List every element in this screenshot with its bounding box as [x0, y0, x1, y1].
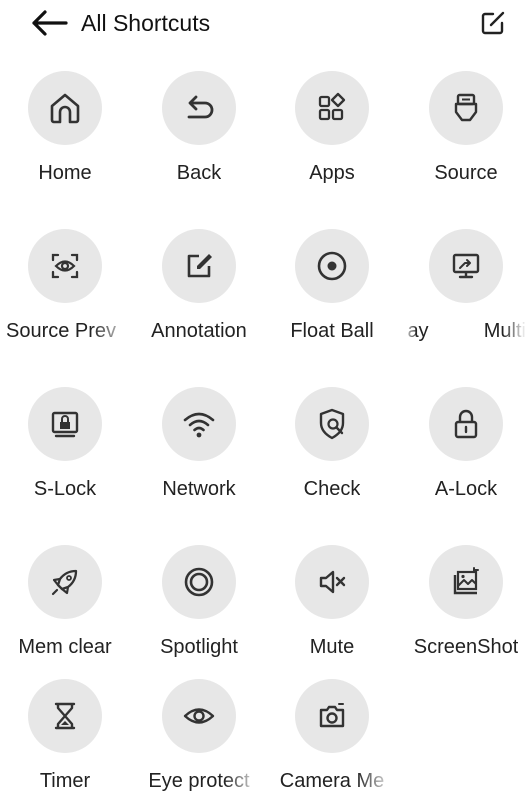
- shortcut-timer[interactable]: Timer: [0, 679, 132, 799]
- shortcut-label: Source: [434, 162, 498, 184]
- shortcut-label: Annotation: [151, 320, 247, 342]
- shortcut-grid: Home Back Apps Source Source Prev Annota…: [0, 0, 528, 806]
- hdmi-plug-icon: [429, 71, 503, 145]
- screen-lock-icon: [28, 387, 102, 461]
- shortcut-s-lock[interactable]: S-Lock: [0, 387, 132, 507]
- shortcut-mem-clear[interactable]: Mem clear: [0, 545, 132, 665]
- shortcut-label: Source Prev: [6, 320, 117, 342]
- shortcut-label: Mute: [309, 636, 355, 658]
- shortcut-label: Back: [176, 162, 222, 184]
- shortcut-spotlight[interactable]: Spotlight: [132, 545, 266, 665]
- return-icon: [162, 71, 236, 145]
- shortcut-a-lock[interactable]: A-Lock: [399, 387, 528, 507]
- shortcut-label: Apps: [309, 162, 355, 184]
- shortcut-source[interactable]: Source: [399, 71, 528, 191]
- lock-icon: [429, 387, 503, 461]
- shortcut-annotation[interactable]: Annotation: [132, 229, 266, 349]
- shortcut-label: Eye protect: [148, 770, 250, 792]
- apps-icon: [295, 71, 369, 145]
- wifi-icon: [162, 387, 236, 461]
- hourglass-icon: [28, 679, 102, 753]
- shortcut-label: Timer: [39, 770, 91, 792]
- shortcut-back[interactable]: Back: [132, 71, 266, 191]
- home-icon: [28, 71, 102, 145]
- shortcut-float-ball[interactable]: Float Ball: [265, 229, 399, 349]
- spotlight-icon: [162, 545, 236, 619]
- shortcut-mute[interactable]: Mute: [265, 545, 399, 665]
- shortcut-source-preview[interactable]: Source Prev: [0, 229, 132, 349]
- eye-icon: [162, 679, 236, 753]
- shortcut-multi[interactable]: Multi: [399, 229, 528, 349]
- shield-search-icon: [295, 387, 369, 461]
- shortcut-label: ScreenShot: [413, 636, 519, 658]
- annotation-pen-icon: [162, 229, 236, 303]
- rocket-icon: [28, 545, 102, 619]
- shortcut-screenshot[interactable]: ScreenShot: [399, 545, 528, 665]
- shortcut-label: Float Ball: [290, 320, 374, 342]
- shortcut-label: Check: [303, 478, 361, 500]
- mute-icon: [295, 545, 369, 619]
- float-ball-icon: [295, 229, 369, 303]
- preview-eye-frame-icon: [28, 229, 102, 303]
- shortcut-apps[interactable]: Apps: [265, 71, 399, 191]
- camera-icon: [295, 679, 369, 753]
- shortcut-label: Home: [38, 162, 92, 184]
- screenshot-icon: [429, 545, 503, 619]
- shortcut-home[interactable]: Home: [0, 71, 132, 191]
- screen-share-icon: [429, 229, 503, 303]
- shortcut-label: Multi: [483, 320, 526, 342]
- shortcut-camera[interactable]: Camera Me: [265, 679, 399, 799]
- shortcut-label: A-Lock: [434, 478, 498, 500]
- shortcut-label: Mem clear: [18, 636, 112, 658]
- shortcut-label: Camera Me: [279, 770, 385, 792]
- shortcut-label: Network: [162, 478, 236, 500]
- shortcut-label: Spotlight: [160, 636, 238, 658]
- shortcut-label: S-Lock: [33, 478, 97, 500]
- shortcut-eye-protect[interactable]: Eye protect: [132, 679, 266, 799]
- shortcut-check[interactable]: Check: [265, 387, 399, 507]
- shortcut-network[interactable]: Network: [132, 387, 266, 507]
